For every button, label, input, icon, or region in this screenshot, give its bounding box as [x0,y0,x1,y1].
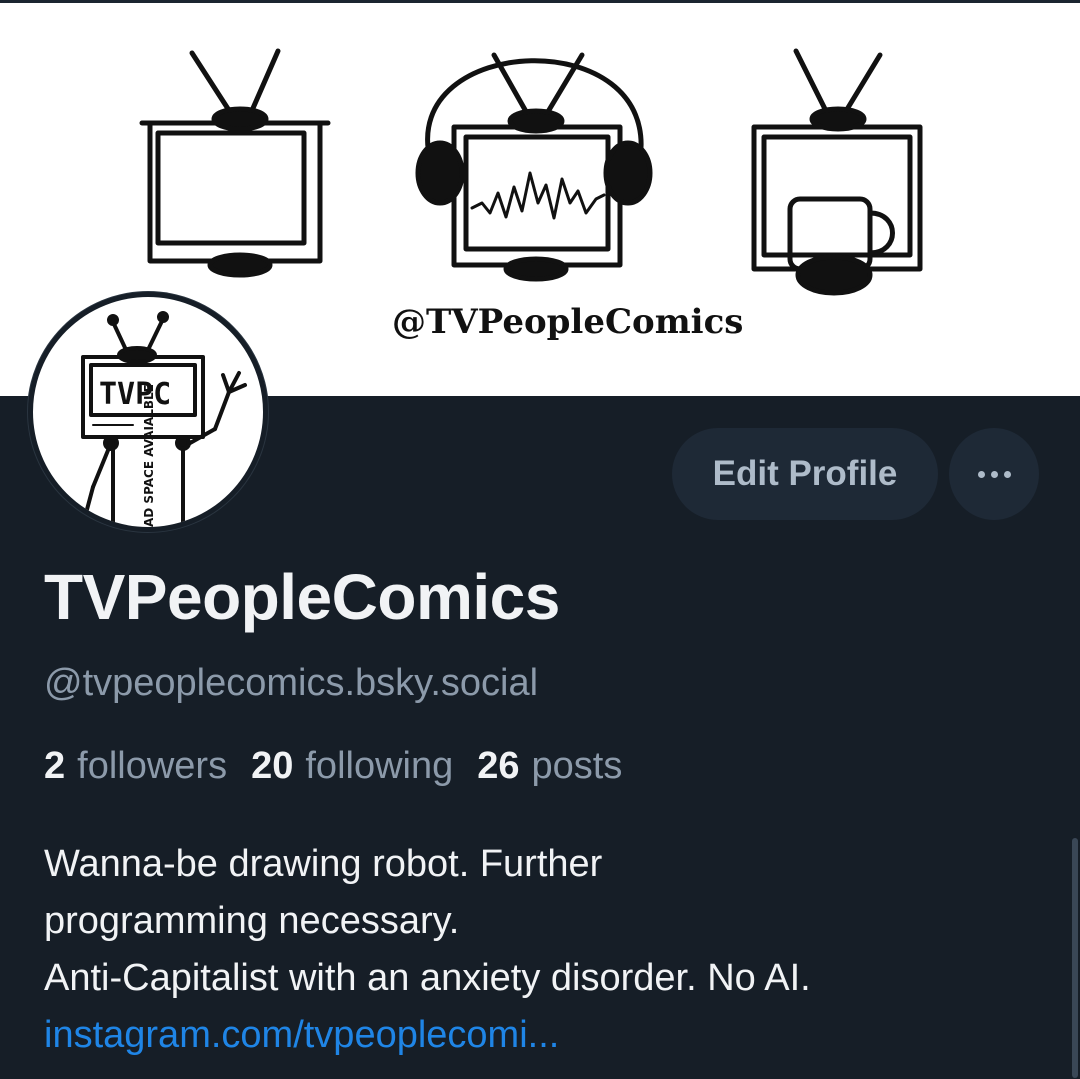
bio-line: Wanna-be drawing robot. Further [44,843,603,885]
edit-profile-button[interactable]: Edit Profile [672,428,938,520]
scrollbar[interactable] [1072,838,1078,1078]
ellipsis-icon [977,470,1011,478]
posts-count: 26 [477,745,520,787]
followers-count: 2 [44,745,66,787]
avatar-screen-text: TVPC [99,377,171,412]
avatar-sign-text: AD SPACE AVAIALBLE [142,384,156,527]
bio-line: Anti-Capitalist with an anxiety disorder… [44,957,811,999]
profile-bio: Wanna-be drawing robot. Further programm… [44,836,1054,1064]
more-options-button[interactable] [949,428,1039,520]
following-stat[interactable]: 20 following [251,745,453,788]
display-name: TVPeopleComics [44,561,560,633]
following-count: 20 [251,745,294,787]
followers-stat[interactable]: 2 followers [44,745,227,788]
following-label: following [305,745,454,787]
profile-handle: @tvpeoplecomics.bsky.social [44,662,539,704]
instagram-link[interactable]: instagram.com/tvpeoplecomi... [44,1007,1054,1064]
posts-label: posts [531,745,623,787]
banner-signature: @TVPeopleComics [392,302,743,342]
posts-stat: 26 posts [477,745,622,788]
followers-label: followers [77,745,228,787]
avatar-illustration: TVPC AD SPACE AVAIALBLE [81,311,247,527]
profile-stats: 2 followers 20 following 26 posts [44,745,646,788]
bio-line: programming necessary. [44,900,460,942]
avatar[interactable]: TVPC AD SPACE AVAIALBLE [28,292,268,532]
